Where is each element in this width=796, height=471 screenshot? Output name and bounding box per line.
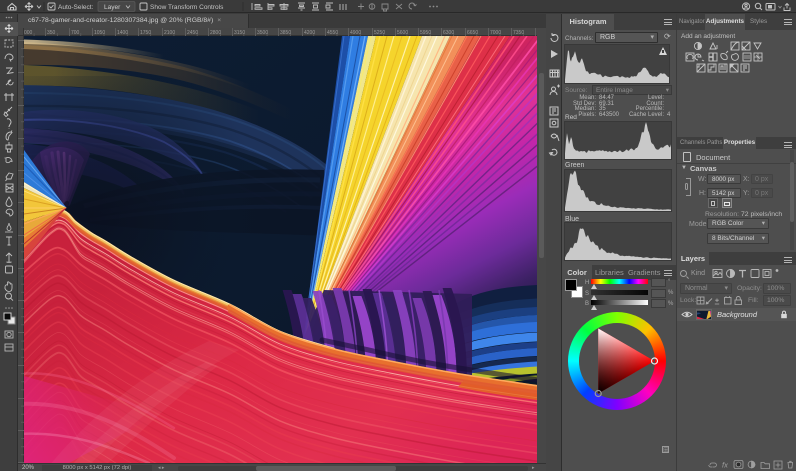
svg-text:Show Transform Controls: Show Transform Controls — [150, 4, 224, 11]
svg-text:Layer: Layer — [104, 4, 121, 11]
svg-text:fx: fx — [722, 461, 728, 470]
svg-text:Auto-Select:: Auto-Select: — [58, 4, 94, 11]
